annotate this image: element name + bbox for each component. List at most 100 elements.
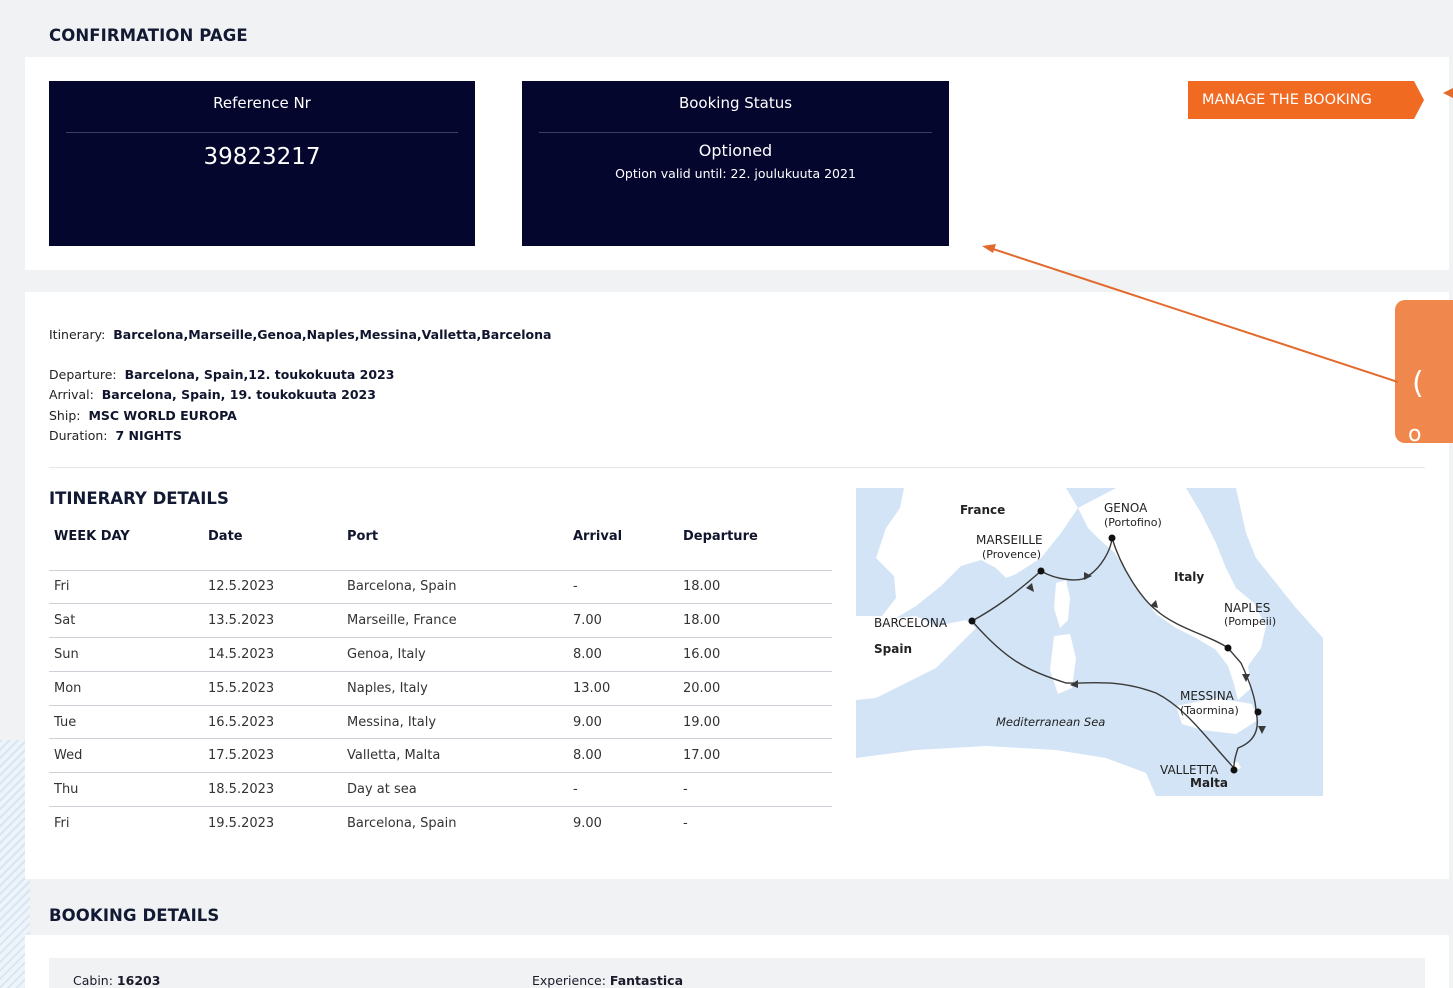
map-label-messina: MESSINA: [1180, 689, 1235, 703]
table-row: Sun 14.5.2023 Genoa, Italy 8.00 16.00: [49, 637, 832, 672]
route-arrow: [1258, 726, 1266, 734]
table-row: Fri 19.5.2023 Barcelona, Spain 9.00 -: [49, 807, 832, 841]
cell-weekday: Fri: [54, 816, 70, 832]
booking-details-row: Cabin: 16203 Experience: Fantastica: [49, 958, 1425, 988]
itinerary-value: Barcelona,Marseille,Genoa,Naples,Messina…: [113, 327, 552, 342]
cell-arrival: 8.00: [568, 637, 678, 672]
route-arrow: [1084, 572, 1092, 580]
column-header-arrival: Arrival: [573, 528, 623, 544]
column-header-departure: Departure: [683, 528, 758, 544]
duration-line: Duration: 7 NIGHTS: [49, 428, 182, 443]
departure-line: Departure: Barcelona, Spain,12. toukokuu…: [49, 367, 394, 382]
table-row: Fri 12.5.2023 Barcelona, Spain -18.00: [49, 570, 832, 605]
map-label-portofino: (Portofino): [1104, 516, 1162, 529]
departure-value: Barcelona, Spain,12. toukokuuta 2023: [124, 367, 395, 382]
reference-divider: [66, 132, 458, 133]
duration-label: Duration:: [49, 428, 108, 443]
cell-arrival: -: [568, 570, 678, 605]
table-row: Sat 13.5.2023 Marseille, France 7.00 18.00: [49, 603, 832, 639]
map-label-malta: Malta: [1190, 776, 1228, 790]
map-label-valletta: VALLETTA: [1160, 763, 1219, 777]
arrival-label: Arrival:: [49, 387, 94, 402]
duration-value: 7 NIGHTS: [115, 428, 182, 443]
departure-label: Departure:: [49, 367, 117, 382]
column-header-port: Port: [347, 528, 379, 544]
reference-number: 39823217: [203, 144, 321, 170]
table-row: Mon 15.5.2023 Naples, Italy 13.00 20.00: [49, 671, 832, 706]
cell-departure: 17.00: [678, 738, 832, 774]
cabin-field: Cabin: 16203: [73, 973, 160, 988]
itinerary-details-title: ITINERARY DETAILS: [49, 489, 229, 508]
cell-arrival: 9.00: [568, 705, 678, 740]
arrival-value: Barcelona, Spain, 19. toukokuuta 2023: [101, 387, 376, 402]
cabin-label: Cabin:: [73, 973, 113, 988]
booking-details-title: BOOKING DETAILS: [49, 906, 220, 925]
experience-label: Experience:: [532, 973, 606, 988]
cell-port: Day at sea: [342, 772, 568, 808]
booking-status-card: Booking Status Optioned Option valid unt…: [522, 81, 949, 246]
ship-line: Ship: MSC WORLD EUROPA: [49, 408, 237, 423]
port-dot-messina: [1254, 708, 1262, 716]
cell-port: Valletta, Malta: [342, 738, 568, 774]
itinerary-label: Itinerary:: [49, 327, 106, 342]
cell-departure: 18.00: [678, 603, 832, 639]
map-label-taormina: (Taormina): [1180, 704, 1239, 717]
cell-departure: 18.00: [678, 570, 832, 605]
cell-arrival: 8.00: [568, 738, 678, 774]
table-row: Tue 16.5.2023 Messina, Italy 9.00 19.00: [49, 705, 832, 740]
table-row: Thu 18.5.2023 Day at sea - -: [49, 772, 832, 808]
cell-port: Barcelona, Spain: [347, 816, 457, 832]
booking-status-value: Optioned: [698, 141, 773, 160]
callout-text-2: o: [1408, 422, 1422, 443]
cell-date: 16.5.2023: [203, 705, 342, 740]
booking-status-divider: [539, 132, 932, 133]
cell-weekday: Sun: [49, 637, 203, 672]
map-label-pompeii: (Pompeii): [1224, 615, 1276, 628]
cell-arrival: 9.00: [573, 816, 602, 832]
cell-date: 15.5.2023: [203, 671, 342, 706]
experience-field: Experience: Fantastica: [532, 973, 683, 988]
cell-date: 19.5.2023: [208, 816, 275, 832]
map-label-naples: NAPLES: [1224, 601, 1270, 615]
table-spacer-row: [49, 554, 832, 571]
cell-date: 17.5.2023: [203, 738, 342, 774]
itinerary-table: WEEK DAY Date Port Arrival Departure Fri…: [49, 518, 832, 840]
cell-departure: 20.00: [678, 671, 832, 706]
map-label-sea: Mediterranean Sea: [996, 715, 1105, 729]
map-label-italy: Italy: [1174, 570, 1204, 584]
map-label-france: France: [960, 503, 1005, 517]
cell-weekday: Fri: [49, 570, 203, 605]
map-label-spain: Spain: [874, 642, 912, 656]
cell-port: Barcelona, Spain: [342, 570, 568, 605]
cell-arrival: 13.00: [568, 671, 678, 706]
cell-departure: -: [683, 816, 688, 832]
port-dot-marseille: [1037, 567, 1045, 575]
manage-booking-button[interactable]: MANAGE THE BOOKING: [1188, 81, 1424, 119]
ship-label: Ship:: [49, 408, 81, 423]
route-map: France GENOA (Portofino) MARSEILLE (Prov…: [856, 488, 1323, 796]
column-header-date: Date: [208, 528, 243, 544]
ship-value: MSC WORLD EUROPA: [88, 408, 237, 423]
cell-departure: 19.00: [678, 705, 832, 740]
cell-port: Marseille, France: [342, 603, 568, 639]
port-dot-genoa: [1108, 534, 1116, 542]
route-arrow: [1026, 583, 1034, 592]
map-land-africa: [856, 746, 1156, 796]
cell-port: Messina, Italy: [342, 705, 568, 740]
section-divider: [49, 467, 1425, 468]
cell-weekday: Thu: [49, 772, 203, 808]
map-label-genoa: GENOA: [1104, 501, 1148, 515]
arrival-line: Arrival: Barcelona, Spain, 19. toukokuut…: [49, 387, 376, 402]
cell-port: Genoa, Italy: [342, 637, 568, 672]
booking-status-label: Booking Status: [678, 94, 793, 112]
cell-weekday: Mon: [49, 671, 203, 706]
cell-departure: 16.00: [678, 637, 832, 672]
cell-port: Naples, Italy: [342, 671, 568, 706]
experience-value: Fantastica: [609, 973, 684, 988]
map-label-barcelona: BARCELONA: [874, 616, 948, 630]
port-dot-barcelona: [968, 617, 976, 625]
cell-weekday: Sat: [49, 603, 203, 639]
annotation-callout: ( o: [1395, 300, 1453, 443]
table-row: Wed 17.5.2023 Valletta, Malta 8.00 17.00: [49, 738, 832, 774]
map-label-provence: (Provence): [982, 548, 1041, 561]
